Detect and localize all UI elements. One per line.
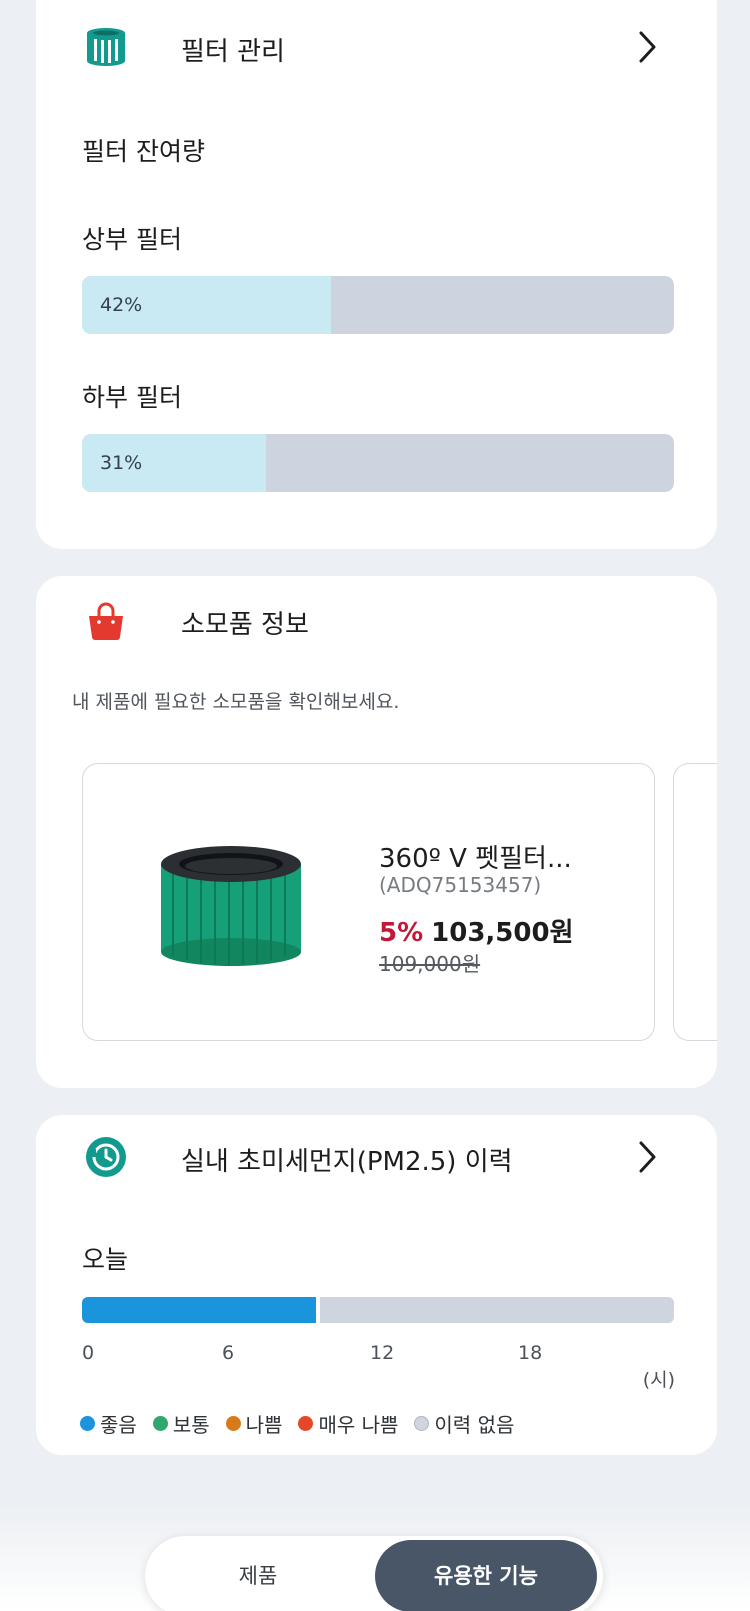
pm25-timeline-bar [82,1297,674,1323]
legend-item: 좋음 [80,1409,137,1438]
filter-header[interactable]: 필터 관리 [36,25,717,85]
pm25-history-card: 실내 초미세먼지(PM2.5) 이력 오늘 0 6 12 18 (시) 좋음 보통 나쁨 매… [36,1115,717,1455]
filter-product-image [161,846,301,966]
consumables-subtitle: 내 제품에 필요한 소모품을 확인해보세요. [72,691,400,713]
legend-dot [298,1416,314,1431]
legend-dot [152,1416,168,1431]
pm25-timeline-current-marker [316,1297,321,1323]
hour-tick-0: 0 [82,1342,95,1364]
chevron-right-icon[interactable] [635,1140,659,1174]
lower-filter-bar: 31% [82,434,674,492]
legend-item: 매우 나쁨 [298,1409,398,1438]
upper-filter-bar: 42% [82,276,674,334]
hour-tick-12: 12 [370,1342,395,1364]
legend-label: 매우 나쁨 [318,1413,399,1437]
consumables-title: 소모품 정보 [181,610,309,640]
pm25-title: 실내 초미세먼지(PM2.5) 이력 [181,1147,513,1177]
filter-management-card: 필터 관리 필터 잔여량 상부 필터 42% 하부 필터 31% [36,0,717,549]
lower-filter-percent: 31% [100,452,143,474]
next-product-card[interactable] [673,763,717,1041]
shopping-bag-icon [89,602,123,640]
original-price: 109,000원 [379,952,481,976]
filter-icon [87,28,125,66]
pm25-timeline-good-segment [82,1297,317,1323]
legend-dot [225,1416,241,1431]
legend-item: 보통 [152,1409,210,1438]
hour-tick-6: 6 [222,1342,235,1364]
tab-useful-features[interactable]: 유용한 기능 [375,1540,597,1611]
legend-dot [80,1416,95,1431]
sale-price: 103,500원 [431,918,574,948]
legend-label: 이력 없음 [434,1413,515,1437]
hour-tick-18: 18 [518,1342,543,1364]
consumables-card: 소모품 정보 내 제품에 필요한 소모품을 확인해보세요. 360º V 펫필터… [36,576,717,1088]
price-line: 5% 103,500원 [379,912,574,949]
pm25-legend: 좋음 보통 나쁨 매우 나쁨 이력 없음 [80,1409,530,1438]
lower-filter-label: 하부 필터 [82,383,182,412]
today-label: 오늘 [82,1245,129,1274]
tab-product[interactable]: 제품 [153,1540,363,1611]
product-name: 360º V 펫필터... [379,844,572,874]
legend-label: 나쁨 [245,1413,283,1437]
legend-item: 이력 없음 [414,1409,514,1438]
hour-unit-label: (시) [642,1369,675,1391]
product-card[interactable]: 360º V 펫필터... (ADQ75153457) 5% 103,500원 1… [82,763,655,1041]
legend-label: 보통 [172,1413,210,1437]
filter-remaining-label: 필터 잔여량 [82,137,205,166]
consumables-header: 소모품 정보 [36,598,717,658]
pm25-header[interactable]: 실내 초미세먼지(PM2.5) 이력 [36,1135,717,1195]
upper-filter-percent: 42% [100,294,143,316]
product-code: (ADQ75153457) [379,873,542,897]
history-clock-icon [86,1137,126,1177]
discount-rate: 5% [379,918,424,948]
filter-title: 필터 관리 [181,37,285,67]
legend-dot [414,1416,430,1431]
upper-filter-label: 상부 필터 [82,225,182,254]
bottom-tab-bar: 제품 유용한 기능 [145,1536,603,1611]
chevron-right-icon[interactable] [635,30,659,64]
legend-label: 좋음 [100,1413,137,1437]
legend-item: 나쁨 [225,1409,283,1438]
